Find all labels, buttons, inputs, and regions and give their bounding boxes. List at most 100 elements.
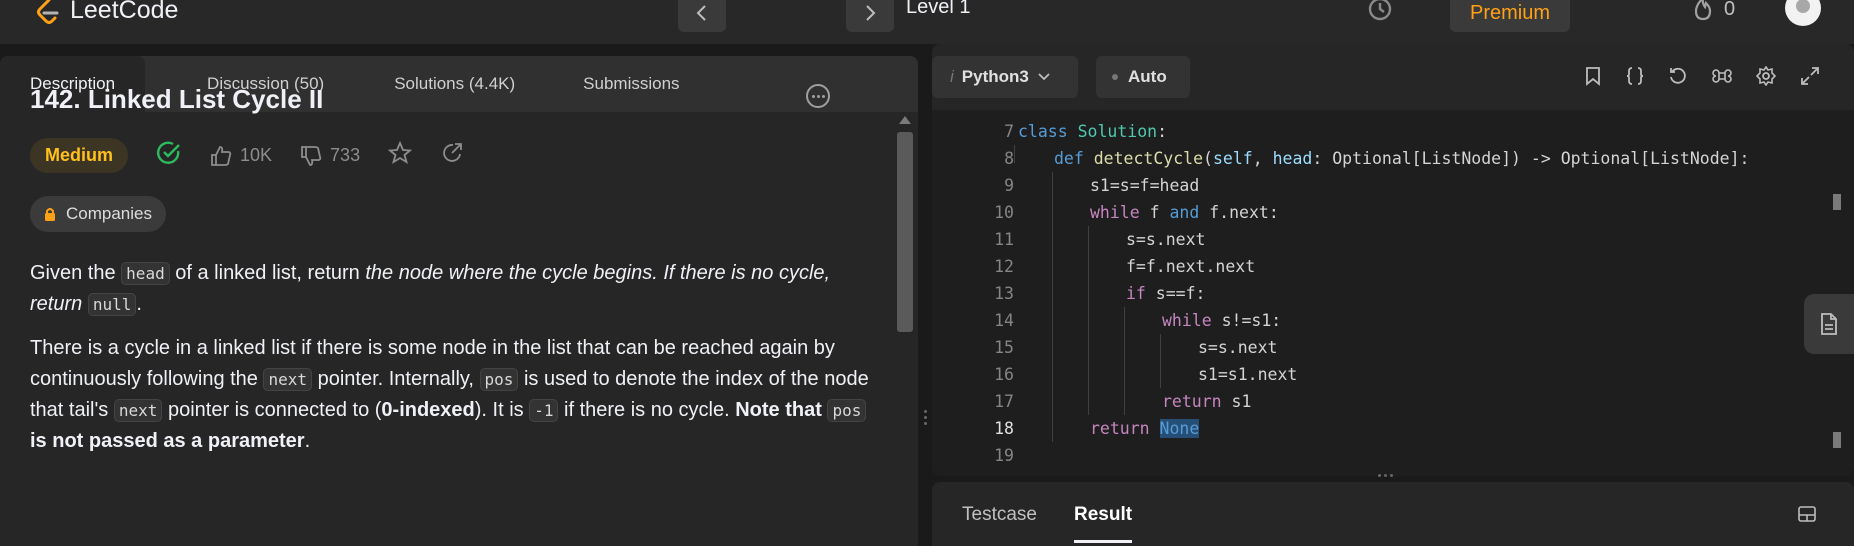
braces-icon[interactable] xyxy=(1626,66,1644,86)
line-number: 18 xyxy=(994,419,1014,438)
chevron-down-icon xyxy=(1038,73,1050,81)
inline-code: null xyxy=(87,293,137,316)
fullscreen-icon[interactable] xyxy=(1800,66,1820,86)
bookmark-icon[interactable] xyxy=(1584,66,1602,86)
code-line: 16 s1=s1.next xyxy=(932,361,1832,388)
star-icon[interactable] xyxy=(387,140,413,170)
code-token: s=s.next xyxy=(1198,338,1278,357)
code-editor-panel: i Python3 Auto 7 class Solution: 8 def det… xyxy=(932,44,1854,476)
code-line: 9 s1=s=f=head xyxy=(932,172,1832,199)
code-token: return xyxy=(1162,392,1222,411)
code-token: f.next: xyxy=(1199,203,1279,222)
thumbs-down-icon xyxy=(301,145,322,166)
more-options-icon[interactable] xyxy=(806,84,830,108)
tab-testcase[interactable]: Testcase xyxy=(962,504,1037,526)
language-select[interactable]: i Python3 xyxy=(932,56,1078,98)
tab-result[interactable]: Result xyxy=(1074,504,1132,526)
gear-icon[interactable] xyxy=(1756,66,1776,86)
dislike-count: 733 xyxy=(330,145,361,165)
layout-icon[interactable] xyxy=(1798,506,1816,527)
code-token: s=s.next xyxy=(1126,230,1206,249)
command-icon[interactable] xyxy=(1712,66,1732,86)
scroll-up-arrow[interactable] xyxy=(899,116,911,124)
line-number: 17 xyxy=(994,392,1014,411)
avatar[interactable] xyxy=(1785,0,1821,26)
companies-label: Companies xyxy=(66,204,152,223)
description-paragraph-2: There is a cycle in a linked list if the… xyxy=(30,333,880,457)
code-line: 14 while s!=s1: xyxy=(932,307,1832,334)
solved-check-icon xyxy=(156,140,182,171)
streak-counter[interactable]: 0 xyxy=(1692,0,1735,22)
code-line: 13 if s==f: xyxy=(932,280,1832,307)
level-label: Level 1 xyxy=(906,0,971,18)
code-token: while xyxy=(1162,311,1212,330)
inline-code: next xyxy=(113,399,163,422)
line-number: 10 xyxy=(994,203,1014,222)
horizontal-drag-dots[interactable] xyxy=(1378,474,1393,477)
desc-text: ). It is xyxy=(474,399,530,421)
reset-icon[interactable] xyxy=(1668,66,1688,86)
code-line: 19 xyxy=(932,442,1832,469)
companies-tag[interactable]: Companies xyxy=(30,196,166,232)
line-number: 19 xyxy=(994,446,1014,465)
next-problem-button[interactable] xyxy=(846,0,894,32)
line-number: 16 xyxy=(994,365,1014,384)
dislike-button[interactable]: 733 xyxy=(300,145,360,167)
code-token: s1=s=f=head xyxy=(1090,176,1200,195)
problem-description: Given the head of a linked list, return … xyxy=(30,258,880,470)
code-line: 7 class Solution: xyxy=(932,118,1832,145)
share-icon[interactable] xyxy=(440,141,464,170)
code-token: Solution xyxy=(1077,122,1158,141)
chevron-right-icon xyxy=(866,5,876,21)
clock-icon[interactable] xyxy=(1367,0,1393,27)
code-token: f xyxy=(1139,203,1170,222)
code-line: 10 while f and f.next: xyxy=(932,199,1832,226)
chevron-left-icon xyxy=(696,5,706,21)
lock-icon xyxy=(45,208,55,221)
desc-bold: is not passed as a parameter xyxy=(30,430,305,452)
auto-mode-button[interactable]: Auto xyxy=(1096,56,1190,98)
streak-count: 0 xyxy=(1724,0,1736,20)
code-line: 8 def detectCycle(self, head: Optional[Li… xyxy=(932,145,1832,172)
thumbs-up-icon xyxy=(211,145,232,166)
mode-label: Auto xyxy=(1128,67,1167,86)
line-number: 7 xyxy=(1004,122,1014,141)
code-token: while xyxy=(1090,203,1140,222)
vertical-drag-dots[interactable] xyxy=(924,410,927,432)
top-navbar: LeetCode Level 1 Premium 0 xyxy=(0,0,1854,44)
desc-text: . xyxy=(304,430,311,452)
side-notes-button[interactable] xyxy=(1804,294,1854,354)
code-token: : Optional[ListNode]) -> Optional[ListNo… xyxy=(1312,149,1750,168)
line-number: 8 xyxy=(1004,149,1014,168)
premium-button[interactable]: Premium xyxy=(1450,0,1570,32)
status-dot xyxy=(1112,74,1118,80)
leetcode-logo[interactable]: LeetCode xyxy=(34,0,178,25)
code-token: s!=s1: xyxy=(1211,311,1282,330)
code-area[interactable]: 7 class Solution: 8 def detectCycle(self, … xyxy=(932,118,1832,469)
line-number: 14 xyxy=(994,311,1014,330)
description-scrollbar[interactable] xyxy=(894,116,916,546)
panel-resize-handle[interactable] xyxy=(918,56,932,546)
console-panel: Testcase Result xyxy=(932,482,1854,546)
code-token: None xyxy=(1159,419,1200,438)
code-token: return xyxy=(1090,419,1150,438)
desc-bold: Note that xyxy=(735,399,828,421)
difficulty-badge: Medium xyxy=(30,138,129,173)
prev-problem-button[interactable] xyxy=(678,0,726,32)
code-line: 11 s=s.next xyxy=(932,226,1832,253)
code-line: 12 f=f.next.next xyxy=(932,253,1832,280)
like-button[interactable]: 10K xyxy=(210,145,272,167)
code-token: detectCycle xyxy=(1093,149,1204,168)
code-line: 17 return s1 xyxy=(932,388,1832,415)
line-number: 15 xyxy=(994,338,1014,357)
line-number: 9 xyxy=(1004,176,1014,195)
scrollbar-thumb[interactable] xyxy=(897,132,913,332)
code-token: s1 xyxy=(1221,392,1252,411)
desc-bold: 0-indexed xyxy=(381,399,475,421)
active-tab-underline xyxy=(1074,540,1132,543)
code-token: self xyxy=(1212,149,1253,168)
line-number: 11 xyxy=(994,230,1014,249)
minimap-marker xyxy=(1833,194,1841,210)
code-token: s==f: xyxy=(1145,284,1206,303)
language-label: Python3 xyxy=(961,67,1029,86)
